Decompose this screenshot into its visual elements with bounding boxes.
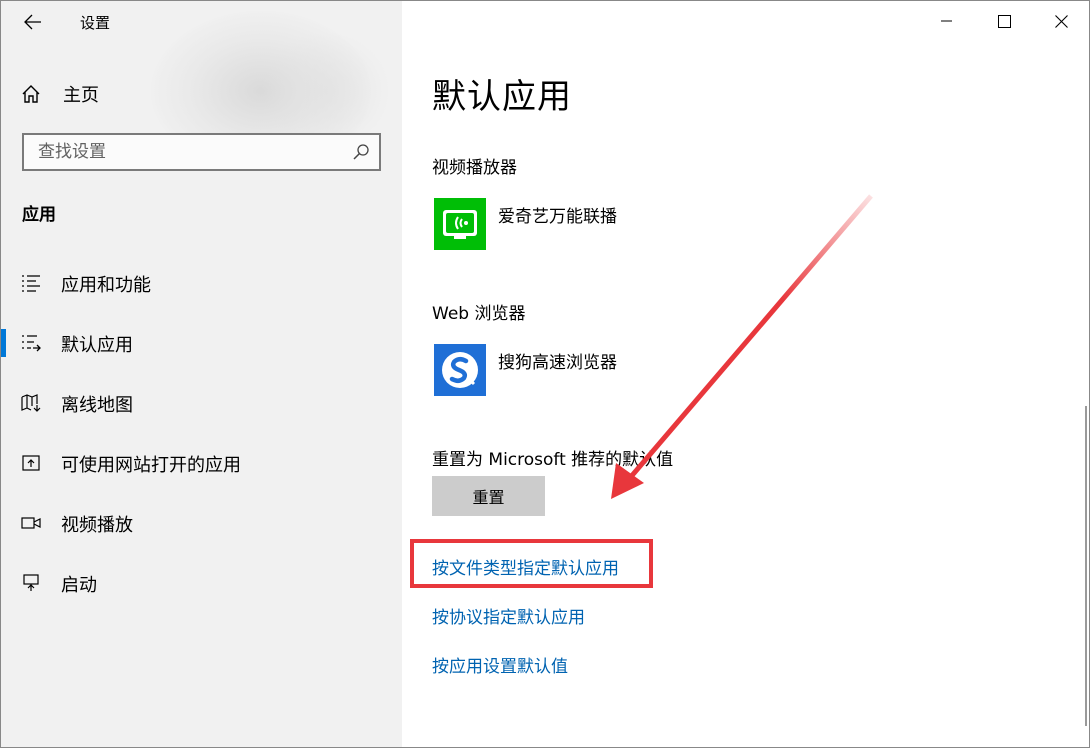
sidebar-item-label: 默认应用	[61, 335, 133, 356]
home-label: 主页	[63, 85, 99, 106]
sidebar-item-offline-maps[interactable]: 离线地图	[1, 381, 402, 425]
sidebar-item-apps-for-websites[interactable]: 可使用网站打开的应用	[1, 441, 402, 485]
close-icon	[1054, 14, 1068, 28]
reset-button[interactable]: 重置	[432, 476, 545, 516]
choose-defaults-by-protocol-link[interactable]: 按协议指定默认应用	[432, 603, 585, 628]
sogou-browser-app-icon	[434, 344, 486, 396]
page-title: 默认应用	[432, 77, 572, 117]
sidebar-item-apps-features[interactable]: 应用和功能	[1, 261, 402, 305]
main-content: 默认应用 视频播放器 爱奇艺万能联播 Web 浏览器 搜狗高速浏览器 重置为 M…	[402, 1, 1089, 747]
iqiyi-app-icon	[434, 198, 486, 250]
window-title: 设置	[80, 14, 111, 32]
back-button[interactable]	[15, 7, 51, 37]
video-player-app-name: 爱奇艺万能联播	[498, 207, 617, 227]
video-player-label: 视频播放器	[432, 158, 517, 178]
home-icon	[22, 85, 40, 103]
sidebar-item-video-playback[interactable]: 视频播放	[1, 501, 402, 545]
web-browser-app-name: 搜狗高速浏览器	[498, 353, 617, 373]
close-button[interactable]	[1033, 1, 1089, 41]
sidebar-item-label: 可使用网站打开的应用	[61, 455, 241, 476]
search-input[interactable]	[38, 142, 338, 162]
sidebar-item-label: 启动	[61, 575, 97, 596]
minimize-icon	[941, 20, 952, 22]
sidebar: 设置 主页 应用 应用和功能 默认应	[1, 1, 402, 747]
sidebar-item-default-apps[interactable]: 默认应用	[1, 321, 402, 365]
search-icon[interactable]	[352, 143, 370, 161]
maximize-icon	[997, 14, 1011, 28]
sidebar-item-label: 离线地图	[61, 395, 133, 416]
sidebar-item-startup[interactable]: 启动	[1, 561, 402, 605]
maximize-button[interactable]	[976, 1, 1032, 41]
sidebar-item-home[interactable]: 主页	[21, 81, 99, 107]
web-browser-app-button[interactable]: 搜狗高速浏览器	[434, 344, 617, 396]
reset-description: 重置为 Microsoft 推荐的默认值	[432, 450, 674, 470]
sidebar-item-label: 应用和功能	[61, 275, 151, 296]
open-website-icon	[22, 455, 40, 471]
section-title: 应用	[22, 205, 56, 225]
list-icon	[22, 275, 40, 292]
video-camera-icon	[21, 517, 41, 529]
map-download-icon	[21, 394, 41, 412]
set-defaults-by-app-link[interactable]: 按应用设置默认值	[432, 652, 568, 677]
sidebar-item-label: 视频播放	[61, 515, 133, 536]
web-browser-label: Web 浏览器	[432, 304, 526, 324]
video-player-app-button[interactable]: 爱奇艺万能联播	[434, 198, 617, 250]
default-apps-icon	[22, 335, 41, 352]
scrollbar[interactable]	[1085, 406, 1087, 726]
search-box[interactable]	[22, 133, 381, 171]
settings-window: 设置 主页 应用 应用和功能 默认应	[0, 0, 1090, 748]
selection-indicator	[1, 329, 6, 357]
choose-defaults-by-file-type-link[interactable]: 按文件类型指定默认应用	[432, 554, 619, 579]
minimize-button[interactable]	[919, 1, 975, 41]
startup-icon	[23, 574, 39, 591]
back-arrow-icon	[24, 14, 41, 30]
